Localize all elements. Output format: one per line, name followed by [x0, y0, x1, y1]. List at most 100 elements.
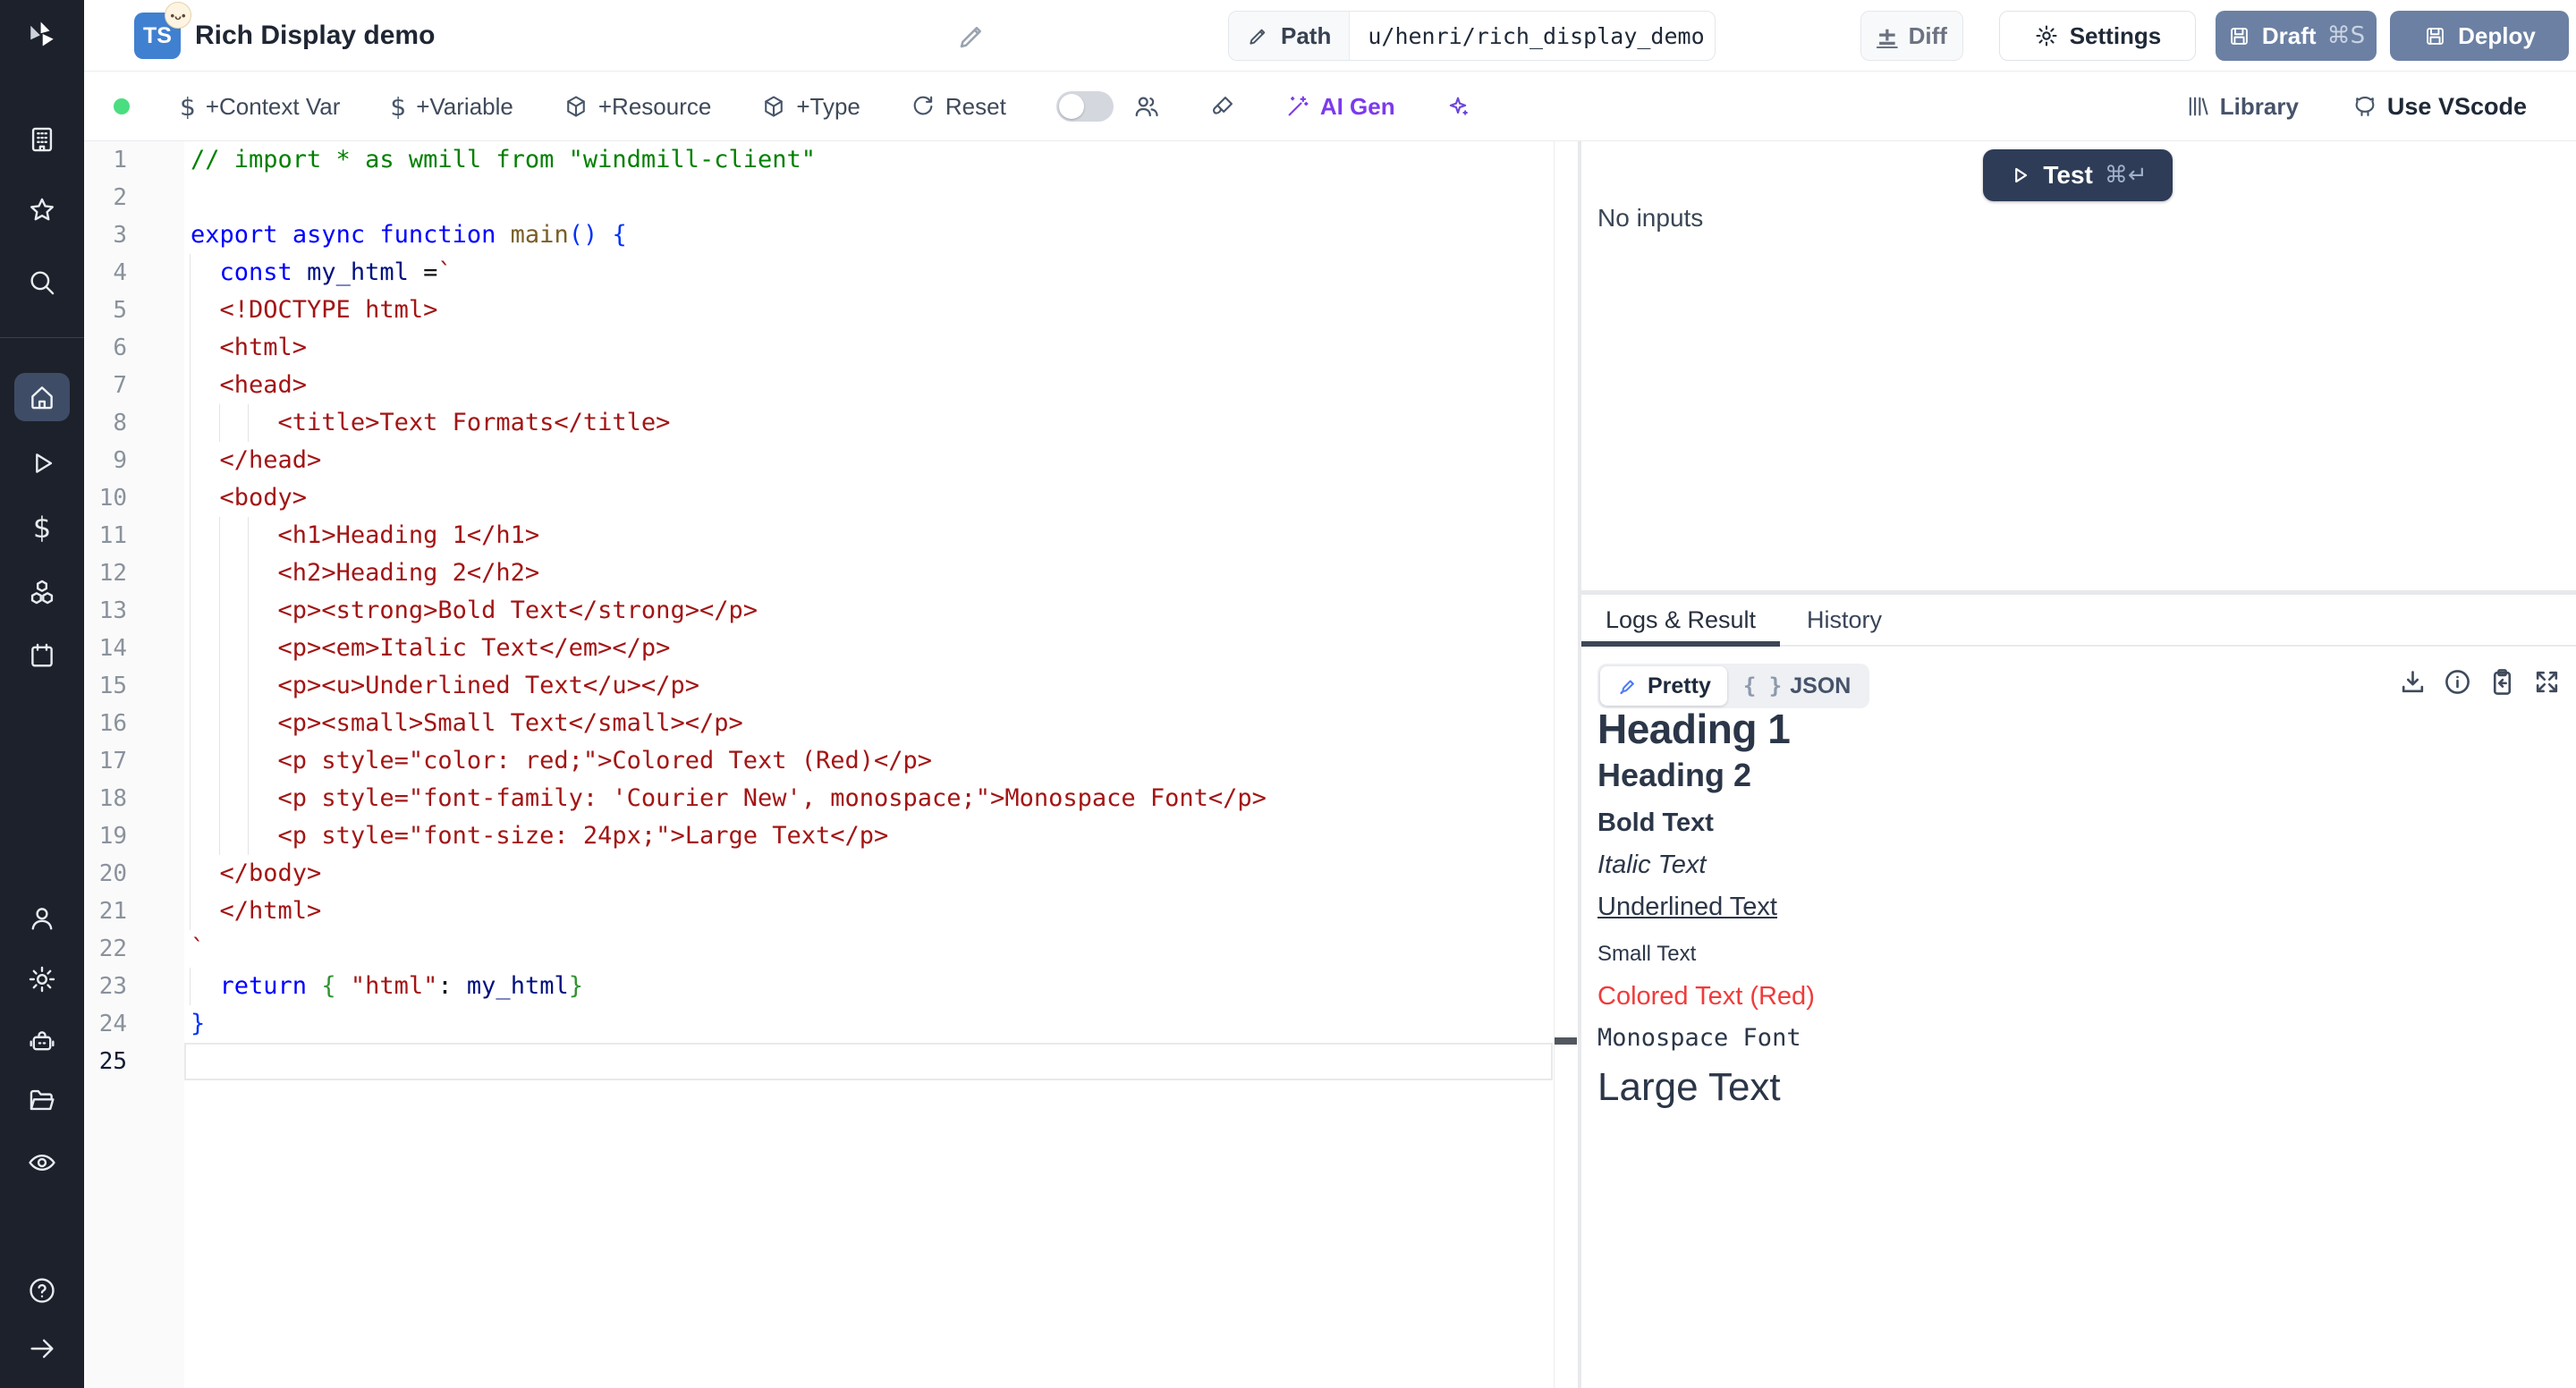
code-line-13[interactable]: 13 <p><strong>Bold Text</strong></p>	[84, 592, 1578, 630]
result-item-underline: Underlined Text	[1597, 892, 2492, 922]
test-shortcut: ⌘↵	[2105, 162, 2148, 189]
test-button[interactable]: Test ⌘↵	[1983, 149, 2173, 201]
settings-button[interactable]: Settings	[1999, 11, 2196, 61]
code-line-1[interactable]: 1// import * as wmill from "windmill-cli…	[84, 141, 1578, 179]
runs-icon[interactable]	[24, 445, 60, 481]
code-editor[interactable]: 1// import * as wmill from "windmill-cli…	[84, 141, 1578, 1388]
result-info-button[interactable]	[2443, 667, 2472, 697]
json-view-button[interactable]: { } JSON	[1727, 666, 1867, 706]
dollar-icon: $	[390, 92, 406, 122]
code-line-6[interactable]: 6 <html>	[84, 329, 1578, 367]
settings-icon[interactable]	[24, 961, 60, 997]
reset-button[interactable]: Reset	[911, 93, 1006, 121]
code-line-14[interactable]: 14 <p><em>Italic Text</em></p>	[84, 630, 1578, 667]
expand-icon	[2532, 667, 2562, 697]
expand-sidebar-icon[interactable]	[24, 1331, 60, 1367]
save-icon	[2227, 24, 2251, 48]
resources-icon[interactable]	[24, 575, 60, 611]
result-item-red: Colored Text (Red)	[1597, 981, 2492, 1011]
library-button[interactable]: Library	[2185, 93, 2299, 121]
edit-summary-icon[interactable]	[956, 20, 988, 52]
tab-logs-result[interactable]: Logs & Result	[1581, 595, 1780, 645]
code-line-11[interactable]: 11 <h1>Heading 1</h1>	[84, 517, 1578, 554]
brush-icon	[1210, 94, 1235, 119]
code-line-20[interactable]: 20 </body>	[84, 855, 1578, 893]
result-tabs: Logs & Result History	[1581, 595, 2576, 647]
code-line-24[interactable]: 24}	[84, 1005, 1578, 1043]
code-line-15[interactable]: 15 <p><u>Underlined Text</u></p>	[84, 667, 1578, 705]
copy-result-button[interactable]	[2487, 667, 2517, 697]
sparkles-button[interactable]	[1445, 94, 1470, 119]
braces-icon: { }	[1743, 673, 1782, 698]
download-result-button[interactable]	[2398, 667, 2428, 697]
settings-label: Settings	[2070, 22, 2162, 50]
add-resource-label: +Resource	[598, 93, 711, 121]
deploy-button[interactable]: Deploy	[2390, 11, 2569, 61]
add-type-label: +Type	[796, 93, 860, 121]
add-resource-button[interactable]: +Resource	[564, 93, 711, 121]
variables-icon[interactable]: $	[24, 510, 60, 546]
code-line-2[interactable]: 2	[84, 179, 1578, 216]
code-line-21[interactable]: 21 </html>	[84, 893, 1578, 930]
result-item-small: Small Text	[1597, 942, 2492, 967]
bun-runtime-icon: •ᴗ•	[165, 2, 191, 29]
code-line-18[interactable]: 18 <p style="font-family: 'Courier New',…	[84, 780, 1578, 817]
deploy-label: Deploy	[2458, 22, 2536, 50]
add-variable-label: +Variable	[416, 93, 513, 121]
code-line-23[interactable]: 23 return { "html": my_html}	[84, 968, 1578, 1005]
user-icon[interactable]	[24, 901, 60, 936]
no-inputs-text: No inputs	[1597, 204, 1703, 233]
result-item-bold: Bold Text	[1597, 808, 2492, 838]
result-item-italic: Italic Text	[1597, 850, 2492, 880]
add-context-var-label: +Context Var	[206, 93, 341, 121]
gear-icon	[2034, 23, 2059, 48]
workers-icon[interactable]	[24, 1023, 60, 1059]
add-type-button[interactable]: +Type	[761, 93, 860, 121]
result-item-mono: Monospace Font	[1597, 1024, 2492, 1053]
code-line-16[interactable]: 16 <p><small>Small Text</small></p>	[84, 705, 1578, 742]
audit-logs-icon[interactable]	[24, 1145, 60, 1181]
workspace-icon[interactable]	[24, 122, 60, 157]
test-label: Test	[2043, 161, 2093, 190]
result-actions	[2398, 667, 2562, 697]
tab-history[interactable]: History	[1807, 606, 1882, 634]
path-field[interactable]: Path u/henri/rich_display_demo	[1228, 11, 1716, 61]
help-icon[interactable]	[24, 1273, 60, 1308]
search-icon[interactable]	[24, 265, 60, 300]
expand-result-button[interactable]	[2532, 667, 2562, 697]
windmill-logo-icon[interactable]	[24, 16, 60, 52]
code-line-19[interactable]: 19 <p style="font-size: 24px;">Large Tex…	[84, 817, 1578, 855]
panel-splitter-vertical[interactable]	[1578, 141, 1581, 1388]
code-line-3[interactable]: 3export async function main() {	[84, 216, 1578, 254]
overview-cursor-marker	[1555, 1037, 1577, 1045]
pen-icon	[1616, 674, 1640, 698]
code-line-10[interactable]: 10 <body>	[84, 479, 1578, 517]
folders-icon[interactable]	[24, 1082, 60, 1118]
add-context-var-button[interactable]: $ +Context Var	[180, 92, 340, 122]
format-code-button[interactable]	[1210, 94, 1235, 119]
right-panel: Test ⌘↵ No inputs Logs & Result History …	[1581, 141, 2576, 1388]
pretty-view-button[interactable]: Pretty	[1600, 666, 1727, 706]
code-line-9[interactable]: 9 </head>	[84, 442, 1578, 479]
add-variable-button[interactable]: $ +Variable	[390, 92, 513, 122]
code-line-8[interactable]: 8 <title>Text Formats</title>	[84, 404, 1578, 442]
use-vscode-button[interactable]: Use VScode	[2352, 93, 2527, 121]
refresh-icon	[911, 94, 936, 119]
ai-gen-button[interactable]: AI Gen	[1285, 93, 1395, 121]
vscode-icon	[2352, 94, 2377, 119]
code-line-17[interactable]: 17 <p style="color: red;">Colored Text (…	[84, 742, 1578, 780]
path-label-segment[interactable]: Path	[1229, 12, 1350, 60]
home-icon	[27, 382, 57, 412]
code-line-12[interactable]: 12 <h2>Heading 2</h2>	[84, 554, 1578, 592]
code-line-22[interactable]: 22`	[84, 930, 1578, 968]
collab-toggle[interactable]	[1056, 91, 1114, 122]
sidebar-item-home[interactable]	[14, 373, 70, 421]
schedules-icon[interactable]	[24, 638, 60, 673]
diff-button[interactable]: ± Diff	[1860, 11, 1963, 61]
favorites-icon[interactable]	[24, 192, 60, 228]
code-line-7[interactable]: 7 <head>	[84, 367, 1578, 404]
download-icon	[2398, 667, 2428, 697]
code-line-5[interactable]: 5 <!DOCTYPE html>	[84, 292, 1578, 329]
code-line-4[interactable]: 4 const my_html =`	[84, 254, 1578, 292]
draft-button[interactable]: Draft ⌘S	[2216, 11, 2377, 61]
